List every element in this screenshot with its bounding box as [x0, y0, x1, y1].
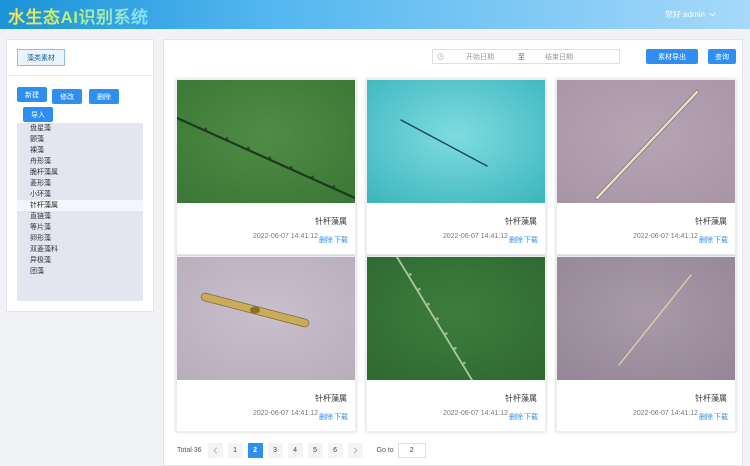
card-actions: 删除 下载	[509, 235, 538, 245]
panel-divider	[7, 75, 153, 76]
tree-item[interactable]: 脆杆藻属	[17, 167, 143, 178]
category-tab[interactable]: 藻类素材	[17, 49, 65, 66]
clock-icon	[437, 53, 444, 60]
tree-item[interactable]: 团藻	[17, 266, 143, 277]
category-panel: 藻类素材 新建 修改 删除 导入 盘星藻 颤藻 裸藻 舟形藻 脆杆藻属 菱形藻 小环藻 针杆藻…	[6, 39, 154, 312]
category-tree: 盘星藻 颤藻 裸藻 舟形藻 脆杆藻属 菱形藻 小环藻 针杆藻属 直链藻 等片藻 卵形藻 双菱藻科 异极藻…	[17, 123, 143, 301]
tree-item[interactable]: 双菱藻科	[17, 244, 143, 255]
image-card[interactable]: 针杆藻属 2022-06-07 14:41:12 删除 下载	[366, 256, 546, 432]
card-download-link[interactable]: 下载	[524, 412, 538, 422]
app-title: 水生态AI识别系统	[8, 3, 149, 28]
card-image[interactable]	[367, 257, 545, 380]
card-image[interactable]	[177, 80, 355, 203]
card-actions: 删除 下载	[699, 235, 728, 245]
card-download-link[interactable]: 下载	[714, 235, 728, 245]
card-timestamp: 2022-06-07 14:41:12	[253, 410, 318, 417]
page-button[interactable]: 2	[247, 443, 263, 458]
card-timestamp: 2022-06-07 14:41:12	[633, 410, 698, 417]
chevron-left-icon	[213, 447, 217, 454]
card-image[interactable]	[557, 80, 735, 203]
card-name: 针杆藻属	[505, 394, 537, 403]
page-button[interactable]: 6	[327, 443, 343, 458]
image-card[interactable]: 针杆藻属 2022-06-07 14:41:12 删除 下载	[556, 79, 736, 255]
card-timestamp: 2022-06-07 14:41:12	[253, 233, 318, 240]
algae-image	[177, 80, 355, 203]
main-panel: 开始日期 至 结束日期 素材导出 查询 针杆藻属 2022-06-07 14:41…	[163, 39, 743, 466]
date-range-picker[interactable]: 开始日期 至 结束日期	[432, 49, 620, 64]
card-actions: 删除 下载	[699, 412, 728, 422]
card-download-link[interactable]: 下载	[524, 235, 538, 245]
date-end-input[interactable]: 结束日期	[545, 52, 573, 62]
page-button[interactable]: 1	[227, 443, 243, 458]
tree-item[interactable]: 菱形藻	[17, 178, 143, 189]
card-timestamp: 2022-06-07 14:41:12	[443, 410, 508, 417]
card-delete-link[interactable]: 删除	[319, 235, 333, 245]
page-button[interactable]: 3	[267, 443, 283, 458]
tree-item[interactable]: 卵形藻	[17, 233, 143, 244]
card-name: 针杆藻属	[315, 217, 347, 226]
card-download-link[interactable]: 下载	[714, 412, 728, 422]
edit-button[interactable]: 修改	[52, 89, 82, 104]
image-card[interactable]: 针杆藻属 2022-06-07 14:41:12 删除 下载	[366, 79, 546, 255]
image-card[interactable]: 针杆藻属 2022-06-07 14:41:12 删除 下载	[176, 256, 356, 432]
card-timestamp: 2022-06-07 14:41:12	[633, 233, 698, 240]
tree-item[interactable]: 直链藻	[17, 211, 143, 222]
card-delete-link[interactable]: 删除	[509, 235, 523, 245]
page-list: 123456	[227, 443, 348, 458]
card-delete-link[interactable]: 删除	[509, 412, 523, 422]
goto-label: Go to	[376, 447, 394, 454]
user-menu[interactable]: 您好:admin	[665, 9, 716, 20]
card-name: 针杆藻属	[315, 394, 347, 403]
algae-image	[367, 80, 545, 203]
tree-item[interactable]: 小环藻	[17, 189, 143, 200]
card-delete-link[interactable]: 删除	[319, 412, 333, 422]
page-button[interactable]: 5	[307, 443, 323, 458]
algae-image	[557, 257, 735, 380]
chevron-down-icon	[709, 12, 716, 17]
tree-item[interactable]: 盘星藻	[17, 123, 143, 134]
card-image[interactable]	[177, 257, 355, 380]
algae-image	[367, 257, 545, 380]
page-button[interactable]: 4	[287, 443, 303, 458]
card-image[interactable]	[557, 257, 735, 380]
card-actions: 删除 下载	[509, 412, 538, 422]
pagination: Total 36 123456 Go to 2	[177, 443, 426, 458]
card-name: 针杆藻属	[505, 217, 537, 226]
next-page-button[interactable]	[347, 443, 363, 458]
export-button[interactable]: 素材导出	[646, 49, 698, 64]
card-delete-link[interactable]: 删除	[699, 412, 713, 422]
card-download-link[interactable]: 下载	[334, 235, 348, 245]
tree-item[interactable]: 异极藻	[17, 255, 143, 266]
algae-image	[177, 257, 355, 380]
prev-page-button[interactable]	[207, 443, 223, 458]
tree-item[interactable]: 颤藻	[17, 134, 143, 145]
card-name: 针杆藻属	[695, 394, 727, 403]
card-download-link[interactable]: 下载	[334, 412, 348, 422]
card-timestamp: 2022-06-07 14:41:12	[443, 233, 508, 240]
search-button[interactable]: 查询	[708, 49, 736, 64]
card-name: 针杆藻属	[695, 217, 727, 226]
import-button[interactable]: 导入	[23, 107, 53, 122]
chevron-right-icon	[353, 447, 358, 454]
tree-item[interactable]: 舟形藻	[17, 156, 143, 167]
date-separator: 至	[518, 53, 525, 61]
image-card[interactable]: 针杆藻属 2022-06-07 14:41:12 删除 下载	[556, 256, 736, 432]
card-image[interactable]	[367, 80, 545, 203]
delete-button[interactable]: 删除	[89, 89, 119, 104]
image-card[interactable]: 针杆藻属 2022-06-07 14:41:12 删除 下载	[176, 79, 356, 255]
tree-item[interactable]: 等片藻	[17, 222, 143, 233]
algae-image	[557, 80, 735, 203]
tree-item[interactable]: 针杆藻属	[17, 200, 143, 211]
total-count: Total 36	[177, 447, 202, 454]
add-button[interactable]: 新建	[17, 87, 47, 102]
goto-page-input[interactable]: 2	[397, 443, 426, 458]
date-start-input[interactable]: 开始日期	[466, 52, 506, 62]
tree-item[interactable]: 裸藻	[17, 145, 143, 156]
card-actions: 删除 下载	[319, 235, 348, 245]
app-header: 水生态AI识别系统 您好:admin	[0, 0, 750, 29]
user-greeting: 您好:admin	[664, 10, 705, 19]
card-actions: 删除 下载	[319, 412, 348, 422]
card-delete-link[interactable]: 删除	[699, 235, 713, 245]
